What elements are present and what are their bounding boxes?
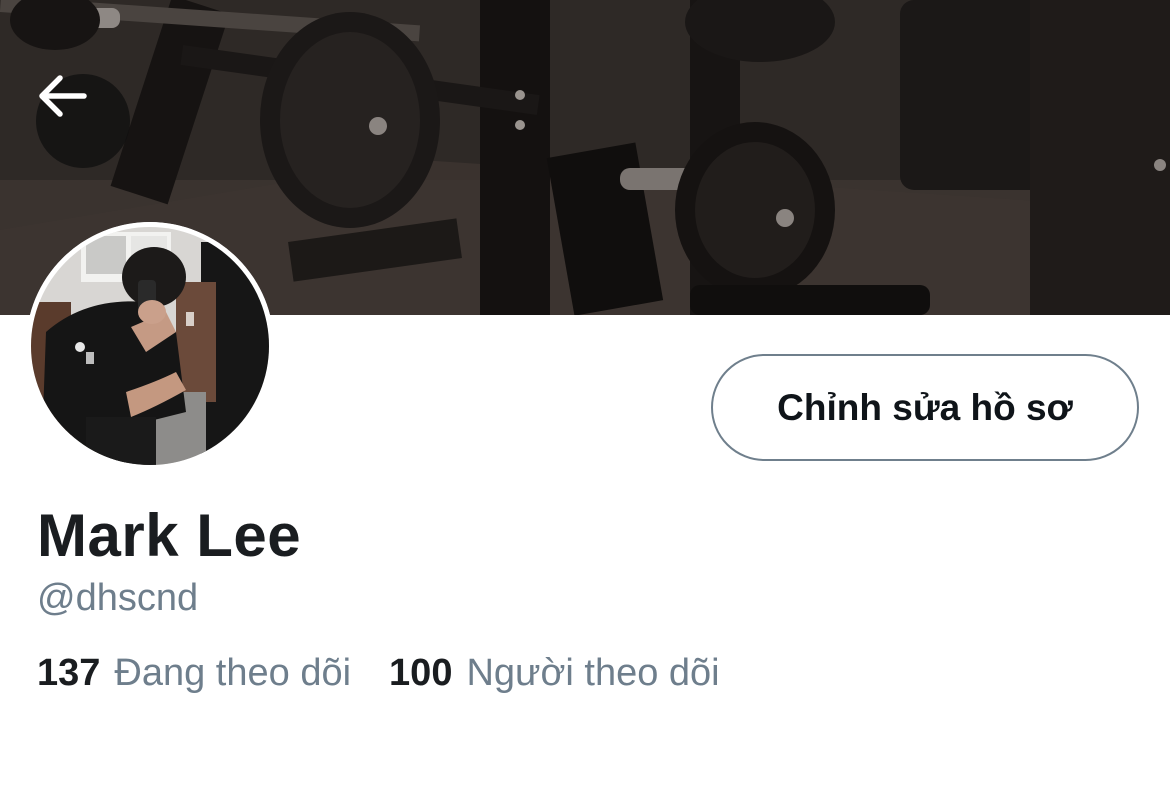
profile-page: Chỉnh sửa hồ sơ Mark Lee @dhscnd 137 Đan…: [0, 0, 1170, 788]
edit-profile-label: Chỉnh sửa hồ sơ: [777, 386, 1073, 428]
edit-profile-button[interactable]: Chỉnh sửa hồ sơ: [711, 354, 1139, 461]
following-link[interactable]: 137 Đang theo dõi: [37, 650, 351, 696]
followers-count: 100: [389, 652, 453, 694]
followers-link[interactable]: 100 Người theo dõi: [389, 650, 720, 696]
avatar[interactable]: [26, 222, 274, 470]
followers-label: Người theo dõi: [466, 652, 720, 694]
following-count: 137: [37, 652, 101, 694]
display-name: Mark Lee: [37, 502, 302, 569]
back-button[interactable]: [36, 74, 130, 168]
avatar-image: [26, 222, 274, 470]
following-label: Đang theo dõi: [114, 652, 352, 694]
follow-stats: 137 Đang theo dõi 100 Người theo dõi: [37, 650, 720, 696]
arrow-left-icon: [39, 75, 87, 117]
user-handle: @dhscnd: [37, 577, 199, 619]
